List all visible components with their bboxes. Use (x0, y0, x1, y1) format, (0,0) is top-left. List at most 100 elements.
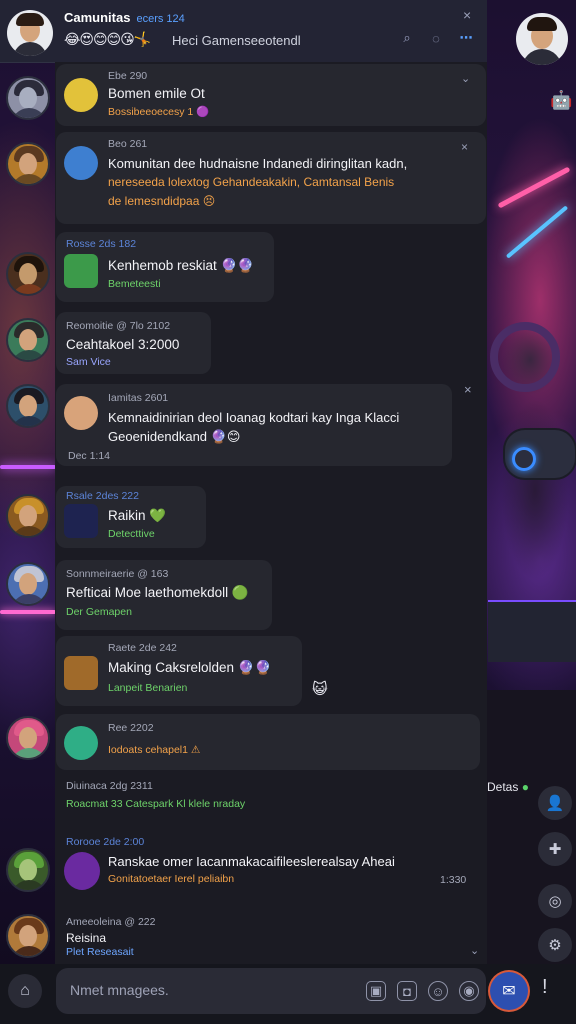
message[interactable]: Ree 2202 Iodoats cehapel1 ⚠ (56, 714, 480, 770)
message-meta: Iamitas 2601 (108, 392, 169, 404)
message-text: Iodoats cehapel1 ⚠ (108, 744, 201, 756)
close-icon[interactable]: × (464, 382, 472, 397)
message-text: Roacmat 33 Catespark Kl klele nraday (66, 798, 246, 810)
sender-avatar (64, 726, 98, 760)
message-text: de lemesndidpaa 😣 (108, 194, 216, 208)
chevron-down-icon[interactable]: ⌄ (461, 72, 470, 85)
controller-light (512, 447, 536, 471)
message[interactable]: Rosse 2ds 182 Kenhemob reskiat 🔮🔮 Bemete… (56, 232, 274, 302)
add-user-icon[interactable]: ✚ (538, 832, 572, 866)
chevron-down-icon[interactable]: ⌄ (470, 944, 479, 957)
message-subtext: Bemeteesti (108, 278, 161, 290)
header-status: Heci Gamenseeotendl (172, 33, 301, 48)
message-text: Raikin 💚 (108, 508, 167, 523)
input-placeholder: Nmet mnagees. (70, 982, 169, 998)
message-meta: Diuinaca 2dg 2311 (66, 780, 153, 792)
message-text: Kenhemob reskiat 🔮🔮 (108, 258, 255, 273)
message-meta: Raete 2de 242 (108, 642, 177, 654)
sender-avatar (64, 78, 98, 112)
user-avatar[interactable] (6, 76, 50, 120)
send-icon[interactable]: ✉ (490, 972, 528, 1010)
message-text: nereseeda lolextog Gehandeakakin, Camtan… (108, 175, 395, 189)
message-text: Ceahtakoel 3:2000 (66, 337, 180, 352)
chat-icon[interactable]: ◌ (425, 27, 447, 49)
message-meta: Beo 261 (108, 138, 148, 150)
message[interactable]: Ebe 290 Bomen emile Ot Bossibeeoecesy 1 … (56, 64, 486, 126)
message[interactable]: Beo 261 Komunitan dee hudnaisne Indanedi… (56, 132, 486, 224)
message-meta: Sonnmeiraerie @ 163 (66, 568, 169, 580)
message[interactable]: Sonnmeiraerie @ 163 Refticai Moe laethom… (56, 560, 272, 630)
user-avatar[interactable] (6, 384, 50, 428)
message-subtext: Dec 1:14 (68, 450, 111, 462)
image-icon[interactable]: ◘ (397, 981, 417, 1001)
settings-icon[interactable]: ⚙ (538, 928, 572, 962)
message-meta: Rsale 2des 222 (66, 490, 139, 502)
online-label: Detas ● (487, 780, 529, 794)
sender-avatar (64, 656, 98, 690)
user-avatar[interactable] (6, 318, 50, 362)
sender-avatar (64, 396, 98, 430)
message-time: 1:330 (440, 874, 467, 886)
message[interactable]: Reomoitie @ 7lo 2102 Ceahtakoel 3:2000 S… (56, 312, 211, 374)
mic-icon[interactable]: ! (542, 976, 548, 999)
message-subtext: Detecttive (108, 528, 155, 540)
user-avatar[interactable] (6, 494, 50, 538)
message-text: Geoenidendkand 🔮😊 (108, 429, 241, 444)
message-subtext: Bossibeeoecesy 1 🟣 (108, 106, 210, 118)
message-text: Refticai Moe laethomekdoll 🟢 (66, 585, 249, 600)
emoji-icon[interactable]: ☺ (428, 981, 448, 1001)
close-icon[interactable]: × (463, 7, 471, 23)
chat-header: Camunitas ecers 124 😂😍😊😊😘🤸 Heci Gamenseeo… (0, 0, 487, 63)
user-avatar[interactable] (6, 562, 50, 606)
neon-light (0, 610, 56, 614)
reaction-emojis: 😂😍😊😊😘🤸 (64, 31, 151, 47)
user-avatar[interactable] (6, 716, 50, 760)
message[interactable]: Iamitas 2601 Kemnaidinirian deol Ioanag … (56, 384, 452, 466)
user-avatar[interactable] (6, 914, 50, 958)
record-icon[interactable]: ◎ (538, 884, 572, 918)
location-icon[interactable]: ◉ (459, 981, 479, 1001)
sender-avatar (64, 852, 100, 890)
sender-avatar (64, 146, 98, 180)
user-avatar[interactable] (6, 848, 50, 892)
message-text: Kemnaidinirian deol Ioanag kodtari kay I… (108, 410, 400, 425)
neon-light (0, 465, 56, 469)
search-icon[interactable]: ⌕ (396, 27, 418, 49)
keyboard-art (488, 600, 576, 662)
message-input[interactable]: Nmet mnagees. (56, 968, 486, 1014)
gallery-icon[interactable]: ▣ (366, 981, 386, 1001)
message-subtext: Lanpeit Benarien (108, 682, 188, 694)
message-text: Reisina (66, 931, 107, 945)
more-icon[interactable]: ⋯ (455, 27, 477, 49)
message[interactable]: Rsale 2des 222 Raikin 💚 Detecttive (56, 486, 206, 548)
camera-icon[interactable]: ⌂ (8, 974, 42, 1008)
message-meta: Rosse 2ds 182 (66, 238, 137, 250)
profile-avatar[interactable] (516, 13, 568, 65)
user-avatar[interactable] (6, 142, 50, 186)
user-avatar[interactable] (6, 252, 50, 296)
message-text: Komunitan dee hudnaisne Indanedi diringl… (108, 156, 408, 171)
close-icon[interactable]: × (461, 140, 468, 154)
right-panel-shade (482, 690, 576, 970)
sticker-icon: 😺 (312, 681, 328, 698)
message-meta: Reomoitie @ 7lo 2102 (66, 320, 171, 332)
message-text: Bomen emile Ot (108, 86, 205, 101)
message-meta: Ree 2202 (108, 722, 154, 734)
message-meta: Ameeoleina @ 222 (66, 916, 156, 928)
message-text: Gonitatoetaer Ierel peliaibn (108, 873, 235, 885)
message-meta: Ebe 290 (108, 70, 148, 82)
profile-icon[interactable]: 👤 (538, 786, 572, 820)
message-text: Ranskae omer Iacanmakacaifileeslerealsay… (108, 854, 395, 869)
message-meta: Rorooe 2de 2:00 (66, 836, 145, 848)
group-avatar[interactable] (7, 10, 53, 56)
message-subtext: Der Gemapen (66, 606, 132, 618)
headphones-art (490, 322, 560, 392)
group-title: Camunitas ecers 124 (64, 10, 185, 25)
sender-avatar (64, 504, 98, 538)
sticker-icon: 🤖 (550, 90, 573, 110)
message-subtext: Plet Reseasait (66, 946, 134, 958)
sender-avatar (64, 254, 98, 288)
message-text: Making Caksrelolden 🔮🔮 (108, 660, 272, 675)
message[interactable]: Raete 2de 242 Making Caksrelolden 🔮🔮 Lan… (56, 636, 302, 706)
message-subtext: Sam Vice (66, 356, 111, 368)
